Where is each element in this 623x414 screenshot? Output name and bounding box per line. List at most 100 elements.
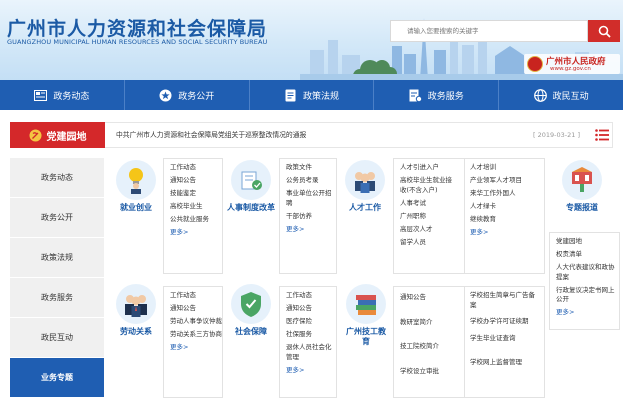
- party-building-tab[interactable]: 党建园地: [10, 122, 105, 148]
- shield-check-icon: [231, 284, 271, 324]
- nav-label: 政民互动: [552, 91, 589, 102]
- link-item[interactable]: 广州职称: [400, 212, 460, 222]
- talent-links-col-b: 人才培训 产业领军人才项目 来华工作外国人 人才绿卡 继续教育 更多>: [470, 163, 540, 237]
- link-item[interactable]: 人才培训: [470, 163, 540, 173]
- link-item[interactable]: 来华工作外国人: [470, 189, 540, 199]
- link-item[interactable]: 工作动态: [170, 291, 222, 301]
- category-label: 人才工作: [349, 203, 381, 212]
- link-item[interactable]: 技能鉴定: [170, 189, 222, 199]
- gz-government-link[interactable]: 广州市人民政府 www.gz.gov.cn: [524, 54, 620, 74]
- link-item[interactable]: 技工院校简介: [400, 342, 462, 352]
- sidebar-item-interaction[interactable]: 政民互动: [10, 318, 104, 358]
- service-doc-icon: [409, 89, 422, 102]
- business-people-icon: [116, 284, 156, 324]
- tech-links-col-b: 学校招生简章与广告备案 学校办学许可证续期 学生毕业证查询 学校网上监督管理: [470, 291, 540, 371]
- link-item[interactable]: 人才引进入户: [400, 163, 460, 173]
- link-item[interactable]: 干部仿养: [286, 212, 336, 222]
- party-emblem-icon: [29, 129, 41, 141]
- search-icon: [598, 25, 611, 38]
- link-item[interactable]: 学校设立审批: [400, 367, 462, 377]
- sidebar-item-services[interactable]: 政务服务: [10, 278, 104, 318]
- link-item[interactable]: 教研室简介: [400, 318, 462, 328]
- column-divider: [464, 287, 465, 397]
- link-item[interactable]: 劳动人事争议仲裁: [170, 317, 222, 327]
- link-item[interactable]: 工作动态: [170, 163, 222, 173]
- list-menu-icon[interactable]: [595, 129, 609, 141]
- category-special-reports[interactable]: 专题报道: [560, 160, 604, 213]
- link-item[interactable]: 权责清单: [556, 250, 619, 260]
- more-link[interactable]: 更多>: [286, 366, 336, 375]
- category-employment[interactable]: 就业创业: [114, 160, 158, 213]
- more-link[interactable]: 更多>: [286, 225, 336, 234]
- nav-label: 政策法规: [302, 91, 339, 102]
- link-item[interactable]: 公共就业服务: [170, 215, 222, 225]
- nav-item-public-affairs[interactable]: 政务公开: [125, 80, 250, 110]
- employment-links: 工作动态 通知公告 技能鉴定 高校毕业生 公共就业服务 更多>: [163, 158, 223, 274]
- link-item[interactable]: 政策文件: [286, 163, 336, 173]
- books-icon: [346, 284, 386, 324]
- link-item[interactable]: 继续教育: [470, 215, 540, 225]
- sidebar-item-public-affairs[interactable]: 政务公开: [10, 198, 104, 238]
- link-item[interactable]: 公务员考录: [286, 176, 336, 186]
- search-input[interactable]: 请输入您要搜索的关键字: [390, 20, 588, 42]
- group-people-icon: [345, 160, 385, 200]
- link-item[interactable]: 社保服务: [286, 330, 336, 340]
- link-item[interactable]: 行政复议决定书网上公开: [556, 286, 618, 305]
- link-item[interactable]: 通知公告: [170, 176, 222, 186]
- link-item[interactable]: 退休人员社会化管理: [286, 343, 336, 362]
- nav-label: 政务动态: [53, 91, 90, 102]
- link-item[interactable]: 学校办学许可证续期: [470, 317, 536, 327]
- more-link[interactable]: 更多>: [170, 343, 222, 352]
- link-item[interactable]: 党建园地: [556, 237, 619, 247]
- nav-label: 政务服务: [427, 91, 464, 102]
- labor-relations-links: 工作动态 通知公告 劳动人事争议仲裁 劳动关系三方协商 更多>: [163, 286, 223, 398]
- technical-education-links: 通知公告 教研室简介 技工院校简介 学校设立审批 学校招生简章与广告备案 学校办…: [393, 286, 545, 398]
- tech-links-col-a: 通知公告 教研室简介 技工院校简介 学校设立审批: [400, 293, 462, 380]
- link-item[interactable]: 高层次人才: [400, 225, 460, 235]
- sidebar-item-news[interactable]: 政务动态: [10, 158, 104, 198]
- nav-item-policies[interactable]: 政策法规: [250, 80, 375, 110]
- link-item[interactable]: 学校招生简章与广告备案: [470, 291, 536, 310]
- category-personnel-reform[interactable]: 人事制度改革: [226, 160, 276, 213]
- category-labor-relations[interactable]: 劳动关系: [114, 284, 158, 337]
- link-item[interactable]: 医疗保险: [286, 317, 336, 327]
- briefcase-doc-icon: [231, 160, 271, 200]
- link-item[interactable]: 高校毕业生: [170, 202, 222, 212]
- link-item[interactable]: 劳动关系三方协商: [170, 330, 222, 340]
- lightbulb-person-icon: [116, 160, 156, 200]
- link-item[interactable]: 学生毕业证查询: [470, 334, 540, 344]
- link-item[interactable]: 留学人员: [400, 238, 460, 248]
- search-button[interactable]: [588, 20, 620, 42]
- star-badge-icon: [159, 89, 172, 102]
- link-item[interactable]: 产业领军人才项目: [470, 176, 536, 186]
- link-item[interactable]: 通知公告: [400, 293, 462, 303]
- category-talent-work[interactable]: 人才工作: [343, 160, 387, 213]
- link-item[interactable]: 事业单位公开招聘: [286, 189, 336, 208]
- category-social-security[interactable]: 社会保障: [229, 284, 273, 337]
- nav-item-interaction[interactable]: 政民互动: [499, 80, 623, 110]
- nav-item-services[interactable]: 政务服务: [374, 80, 500, 110]
- notice-headline-link[interactable]: 中共广州市人力资源和社会保障局党组关于巡察整改情况的通报: [116, 123, 306, 147]
- more-link[interactable]: 更多>: [170, 228, 222, 237]
- nav-label: 政务公开: [178, 91, 215, 102]
- link-item[interactable]: 通知公告: [170, 304, 222, 314]
- sidebar-item-business-topics[interactable]: 业务专题: [10, 358, 104, 398]
- link-item[interactable]: 人大代表建议和政协提案: [556, 263, 618, 282]
- party-building-label: 党建园地: [46, 131, 87, 143]
- link-item[interactable]: 通知公告: [286, 304, 336, 314]
- site-header: 广州市人力资源和社会保障局 GUANGZHOU MUNICIPAL HUMAN …: [0, 0, 623, 80]
- link-item[interactable]: 人事考试: [400, 199, 460, 209]
- column-divider: [464, 159, 465, 273]
- link-item[interactable]: 人才绿卡: [470, 202, 540, 212]
- more-link[interactable]: 更多>: [470, 228, 540, 237]
- more-link[interactable]: 更多>: [556, 308, 619, 317]
- nav-item-news[interactable]: 政务动态: [0, 80, 125, 110]
- sidebar-item-policies[interactable]: 政策法规: [10, 238, 104, 278]
- category-label: 劳动关系: [120, 327, 152, 336]
- category-technical-education[interactable]: 广州技工教育: [343, 284, 389, 347]
- link-item[interactable]: 学校网上监督管理: [470, 358, 540, 368]
- category-label: 人事制度改革: [227, 203, 275, 212]
- government-emblem-icon: [527, 56, 543, 72]
- link-item[interactable]: 工作动态: [286, 291, 336, 301]
- link-item[interactable]: 高校毕业生就业接收(不含入户): [400, 176, 458, 195]
